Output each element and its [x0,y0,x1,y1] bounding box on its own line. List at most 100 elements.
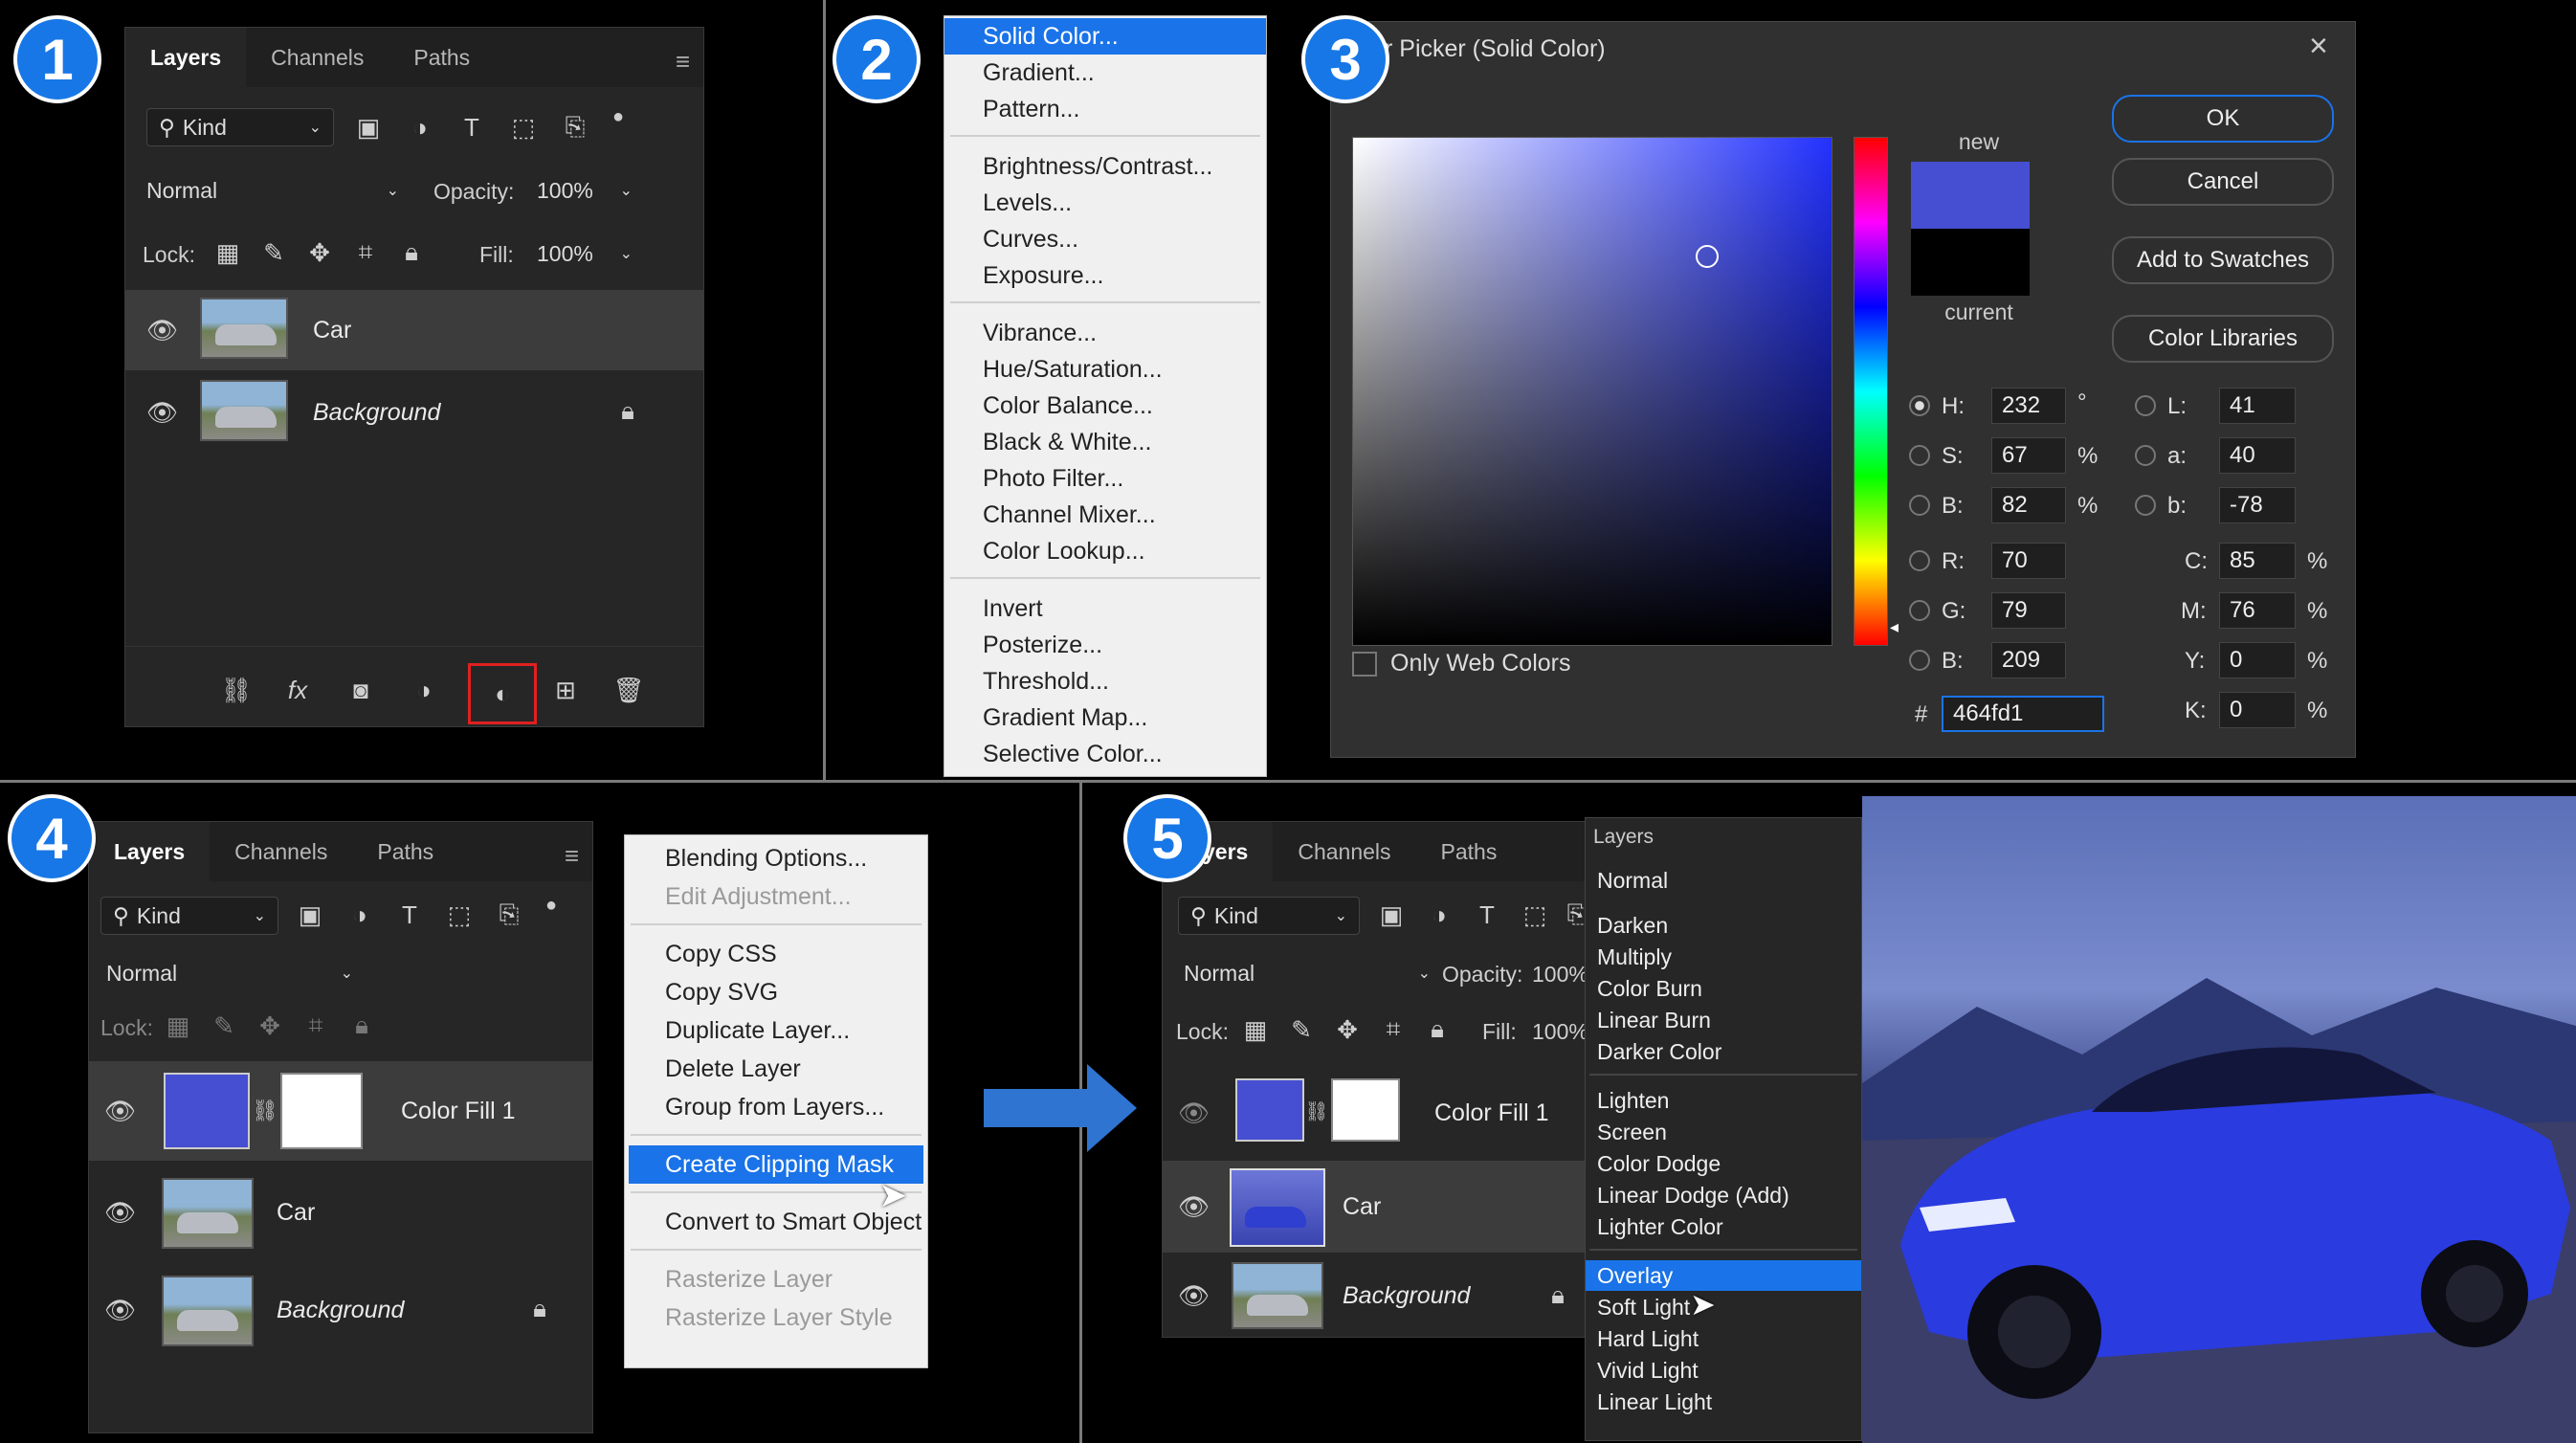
tab-channels[interactable]: Channels [1273,822,1415,881]
layer-mask-thumbnail[interactable] [1331,1078,1400,1142]
lock-artboard-icon[interactable]: ⌗ [1377,1013,1410,1046]
layer-name[interactable]: Car [313,317,351,344]
blend-mode-option[interactable]: Darker Color [1586,1036,1861,1067]
lab-b-radio[interactable] [2135,495,2156,516]
lab-l-radio[interactable] [2135,395,2156,416]
new-layer-icon[interactable]: ⊞ [546,671,585,709]
blend-mode-option[interactable]: Color Dodge [1586,1148,1861,1179]
hue-slider-handle[interactable]: ◂ [1890,617,1899,637]
blue-input[interactable]: 209 [1991,642,2066,678]
blend-mode-option[interactable]: Vivid Light [1586,1355,1861,1386]
layer-mask-thumbnail[interactable] [280,1073,363,1149]
layer-row-background[interactable]: 👁︎ Background 🔒︎ [125,372,703,453]
brightness-radio[interactable] [1909,495,1930,516]
tab-channels[interactable]: Channels [210,822,352,881]
blend-mode-select[interactable]: Normal ⌄ [1172,954,1442,992]
blend-mode-option[interactable]: Screen [1586,1117,1861,1147]
layer-row-color-fill[interactable]: 👁︎ ⛓︎ Color Fill 1 [1163,1067,1591,1159]
layer-name[interactable]: Color Fill 1 [1434,1099,1548,1127]
adjustment-menu-item[interactable]: Posterize... [944,627,1266,663]
hue-slider[interactable] [1854,137,1888,646]
saturation-radio[interactable] [1909,445,1930,466]
smart-object-filter-icon[interactable]: ⎘ [558,110,592,144]
add-to-swatches-button[interactable]: Add to Swatches [2112,236,2334,284]
blend-mode-option[interactable]: Darken [1586,910,1861,941]
visibility-eye-icon[interactable]: 👁︎ [146,316,178,345]
adjustment-menu-item[interactable]: Color Balance... [944,388,1266,424]
lock-transparent-icon[interactable]: ▦ [162,1010,194,1042]
red-radio[interactable] [1909,550,1930,571]
adjustment-menu-item[interactable]: Threshold... [944,663,1266,699]
context-menu-item[interactable]: Delete Layer [629,1050,923,1088]
kind-filter-select[interactable]: ⚲ Kind ⌄ [1178,897,1360,935]
lock-image-icon[interactable]: ✎ [208,1010,240,1042]
magenta-input[interactable]: 76 [2219,592,2296,629]
cyan-input[interactable]: 85 [2219,543,2296,579]
blend-mode-option[interactable]: Linear Light [1586,1387,1861,1417]
tab-paths[interactable]: Paths [1416,822,1522,881]
tab-channels[interactable]: Channels [246,28,389,87]
image-filter-icon[interactable]: ▣ [351,110,386,144]
visibility-eye-icon[interactable]: 👁︎ [1178,1281,1210,1311]
lab-a-radio[interactable] [2135,445,2156,466]
layer-name[interactable]: Background [277,1297,404,1324]
blend-mode-option[interactable]: Color Burn [1586,973,1861,1004]
red-input[interactable]: 70 [1991,543,2066,579]
lock-image-icon[interactable]: ✎ [1285,1013,1318,1046]
fx-icon[interactable]: fx [278,671,317,709]
image-filter-icon[interactable]: ▣ [294,899,326,931]
adjustment-menu-item[interactable]: Black & White... [944,424,1266,460]
black-input[interactable]: 0 [2219,692,2296,728]
shape-filter-icon[interactable]: ⬚ [506,110,541,144]
adjustment-menu-item[interactable]: Vibrance... [944,315,1266,351]
blend-mode-select[interactable]: Normal ⌄ [135,171,411,210]
lock-position-icon[interactable]: ✥ [303,236,336,269]
blend-mode-option[interactable]: Overlay [1586,1260,1861,1291]
image-filter-icon[interactable]: ▣ [1375,899,1408,931]
filter-toggle-icon[interactable]: ● [604,102,633,131]
lock-position-icon[interactable]: ✥ [1331,1013,1364,1046]
adjustment-menu-item[interactable]: Channel Mixer... [944,497,1266,533]
kind-filter-select[interactable]: ⚲ Kind ⌄ [146,108,334,146]
lock-image-icon[interactable]: ✎ [257,236,290,269]
blend-mode-option[interactable]: Lighter Color [1586,1211,1861,1242]
new-fill-layer-icon[interactable]: ◐ [468,663,537,724]
lab-l-input[interactable]: 41 [2219,388,2296,424]
layer-row-car[interactable]: 👁︎ Car [1163,1161,1591,1253]
shape-filter-icon[interactable]: ⬚ [443,899,476,931]
current-color-swatch[interactable] [1911,229,2030,296]
lock-transparent-icon[interactable]: ▦ [211,236,244,269]
lock-transparent-icon[interactable]: ▦ [1239,1013,1272,1046]
color-field-cursor[interactable] [1696,245,1719,268]
adjustment-menu-item[interactable]: Gradient... [944,55,1266,91]
blend-mode-option[interactable]: Multiply [1586,942,1861,972]
blend-mode-option[interactable]: Linear Dodge (Add) [1586,1180,1861,1210]
visibility-eye-icon[interactable]: 👁︎ [146,398,178,428]
blue-radio[interactable] [1909,650,1930,671]
layer-row-car[interactable]: 👁︎ Car [89,1166,592,1258]
green-input[interactable]: 79 [1991,592,2066,629]
fill-value[interactable]: 100% [1532,1019,1588,1045]
kind-filter-select[interactable]: ⚲ Kind ⌄ [100,897,278,935]
tab-layers[interactable]: Layers [89,822,211,881]
color-libraries-button[interactable]: Color Libraries [2112,315,2334,363]
chain-link-icon[interactable]: ⛓︎ [252,1094,278,1128]
hex-input[interactable]: 464fd1 [1942,696,2104,732]
only-web-colors-checkbox[interactable] [1352,652,1377,677]
filter-toggle-icon[interactable]: ● [537,891,566,920]
panel-menu-icon[interactable]: ≡ [676,47,690,77]
layer-row-car[interactable]: 👁︎ Car [125,290,703,370]
adjustment-menu-item[interactable]: Curves... [944,221,1266,257]
adjustment-menu-item[interactable]: Photo Filter... [944,460,1266,497]
adjustment-menu-item[interactable]: Color Lookup... [944,533,1266,569]
green-radio[interactable] [1909,600,1930,621]
visibility-eye-icon[interactable]: 👁︎ [104,1097,136,1126]
adjustment-filter-icon[interactable]: ◑ [344,899,376,931]
adjustment-menu-item[interactable]: Levels... [944,185,1266,221]
layer-row-color-fill[interactable]: 👁︎ ⛓︎ Color Fill 1 [89,1061,592,1161]
fill-input[interactable]: 100% ⌄ [525,234,644,273]
lock-all-icon[interactable]: 🔒︎ [1421,1013,1454,1046]
context-menu-item[interactable]: Copy CSS [629,935,923,973]
context-menu-item[interactable]: Blending Options... [629,839,923,877]
tab-layers[interactable]: Layers [125,28,247,87]
